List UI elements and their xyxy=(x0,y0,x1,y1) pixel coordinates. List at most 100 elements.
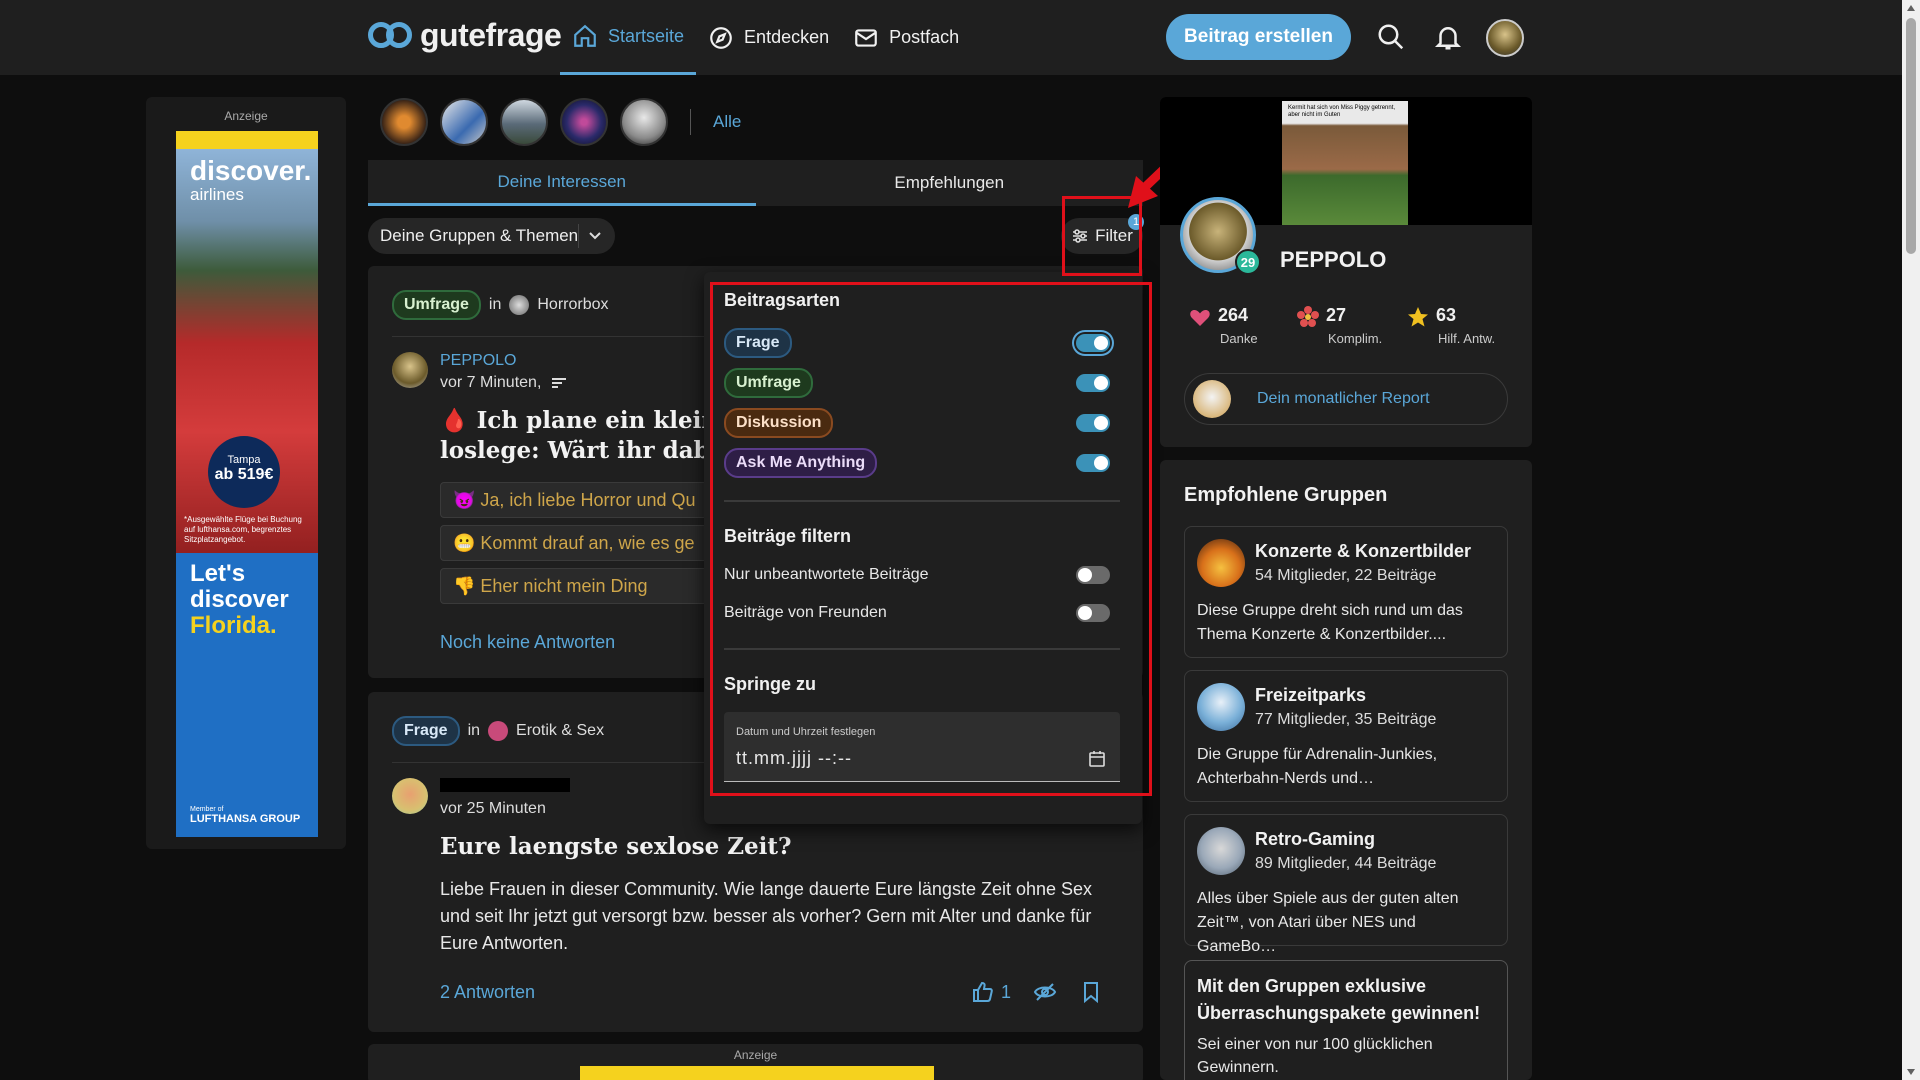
post-time-text: vor 7 Minuten, xyxy=(440,374,542,391)
home-icon xyxy=(574,24,596,47)
post-actions: 1 xyxy=(971,980,1103,1004)
ad-brand-sub: airlines xyxy=(190,185,244,204)
post-title[interactable]: Eure laengste sexlose Zeit? xyxy=(440,832,792,862)
group-meta: 54 Mitglieder, 22 Beiträge xyxy=(1255,567,1437,584)
nav-startseite[interactable]: Startseite xyxy=(560,0,697,75)
nav-startseite-label: Startseite xyxy=(608,25,685,46)
group-avatar xyxy=(509,295,530,315)
main-nav: Startseite Entdecken Postfach xyxy=(560,0,971,75)
gutefrage-logo[interactable]: gutefrage xyxy=(368,16,562,54)
ad-price-city: Tampa xyxy=(227,454,261,466)
answers-link[interactable]: 2 Antworten xyxy=(440,982,535,1003)
stat-komplimente[interactable]: 27 Komplim. xyxy=(1296,305,1382,346)
profile-name[interactable]: PEPPOLO xyxy=(1280,247,1386,273)
chevron-down-icon xyxy=(589,232,601,240)
bell-icon[interactable] xyxy=(1433,22,1463,52)
tech-chip[interactable] xyxy=(440,98,488,146)
post-group-link[interactable]: Horrorbox xyxy=(537,296,608,314)
highlight-box-dropdown xyxy=(710,282,1152,796)
inline-ad-card: Anzeige xyxy=(368,1044,1143,1080)
nav-entdecken[interactable]: Entdecken xyxy=(696,0,841,75)
promo-title: Mit den Gruppen exklusive Überraschungsp… xyxy=(1197,976,1481,1023)
group-description: Alles über Spiele aus der guten alten Ze… xyxy=(1197,890,1459,955)
music-chip[interactable] xyxy=(380,98,428,146)
post-type-badge[interactable]: Umfrage xyxy=(392,290,481,320)
profile-banner-image[interactable]: Kermit hat sich von Miss Piggy getrennt,… xyxy=(1282,101,1408,225)
scroll-up-arrow-icon[interactable] xyxy=(1907,5,1915,11)
chips-all-link[interactable]: Alle xyxy=(713,112,741,132)
answers-link[interactable]: Noch keine Antworten xyxy=(440,632,615,653)
post-type-badge[interactable]: Frage xyxy=(392,716,460,746)
ad-brand: discover. xyxy=(190,155,312,186)
search-icon[interactable] xyxy=(1376,22,1406,52)
group-card-retro-gaming[interactable]: Retro-Gaming 89 Mitglieder, 44 Beiträge … xyxy=(1184,814,1508,955)
stat-hilfreich-label: Hilf. Antw. xyxy=(1438,331,1496,346)
author-avatar[interactable] xyxy=(392,778,428,814)
report-mascot-icon xyxy=(1193,380,1231,418)
scroll-down-arrow-icon[interactable] xyxy=(1907,1069,1915,1075)
post-time: vor 25 Minuten xyxy=(440,800,546,817)
recommended-groups-card: Empfohlene Gruppen Konzerte & Konzertbil… xyxy=(1160,460,1532,1080)
post-group-link[interactable]: Erotik & Sex xyxy=(516,722,604,740)
ad-slogan-line1: Let's xyxy=(190,560,246,587)
ad-top-strip xyxy=(176,131,318,149)
ad-price-value: ab 519€ xyxy=(214,466,274,483)
stat-danke-value: 264 xyxy=(1218,305,1249,326)
ad-slogan-line3: Florida. xyxy=(190,612,277,639)
left-ad-container: Anzeige discover. airlines Tampa ab 519€… xyxy=(146,97,346,849)
ad-banner[interactable]: discover. airlines Tampa ab 519€ *Ausgew… xyxy=(176,131,318,837)
ad-price-badge: Tampa ab 519€ xyxy=(208,436,280,508)
scrollbar-thumb[interactable] xyxy=(1906,18,1916,254)
groups-topics-dropdown[interactable]: Deine Gruppen & Themen xyxy=(368,218,615,254)
page-scrollbar[interactable] xyxy=(1902,0,1920,1080)
post-meta: Umfrage in Horrorbox xyxy=(392,290,609,320)
group-description: Die Gruppe für Adrenalin-Junkies, Achter… xyxy=(1197,746,1438,787)
landscape-chip[interactable] xyxy=(500,98,548,146)
author-name[interactable]: PEPPOLO xyxy=(440,352,516,370)
compass-icon xyxy=(710,26,732,49)
post-title[interactable]: 🩸 Ich plane ein kleines loslege: Wärt ih… xyxy=(440,406,747,466)
poll-option[interactable]: 😬 Kommt drauf an, wie es ge xyxy=(440,525,740,561)
post-title-line1: 🩸 Ich plane ein kleines xyxy=(440,407,746,434)
poll-option[interactable]: 😈 Ja, ich liebe Horror und Qu xyxy=(440,482,740,518)
bookmark-icon[interactable] xyxy=(1079,980,1103,1004)
monthly-report-button[interactable]: Dein monatlicher Report xyxy=(1184,373,1508,425)
group-meta: 77 Mitglieder, 35 Beiträge xyxy=(1255,711,1437,728)
create-post-button[interactable]: Beitrag erstellen xyxy=(1166,14,1351,60)
profile-card: Kermit hat sich von Miss Piggy getrennt,… xyxy=(1160,97,1532,447)
user-avatar[interactable] xyxy=(1486,19,1524,57)
dropdown-separator xyxy=(578,224,579,248)
author-avatar[interactable] xyxy=(392,352,428,388)
monthly-report-label: Dein monatlicher Report xyxy=(1257,390,1430,407)
group-name: Freizeitparks xyxy=(1255,685,1367,705)
stat-danke[interactable]: 264 Danke xyxy=(1188,305,1258,346)
like-button[interactable]: 1 xyxy=(971,980,1011,1004)
hide-eye-icon[interactable] xyxy=(1033,980,1057,1004)
promo-body: Sei einer von nur 100 glücklichen Gewinn… xyxy=(1197,1036,1433,1076)
like-count: 1 xyxy=(1000,981,1011,1002)
nav-postfach-label: Postfach xyxy=(889,27,960,47)
post-in-text: in xyxy=(467,722,481,739)
ad-label: Anzeige xyxy=(224,109,268,123)
groups-promo-box[interactable]: Mit den Gruppen exklusive Überraschungsp… xyxy=(1184,960,1508,1080)
ad-footer: Member of LUFTHANSA GROUP xyxy=(190,806,300,825)
post-body: Liebe Frauen in dieser Community. Wie la… xyxy=(440,879,1093,953)
alien-chip[interactable] xyxy=(620,98,668,146)
space-chip[interactable] xyxy=(560,98,608,146)
tab-deine-interessen[interactable]: Deine Interessen xyxy=(368,160,756,206)
group-card-freizeitparks[interactable]: Freizeitparks 77 Mitglieder, 35 Beiträge… xyxy=(1184,670,1508,802)
ad-slogan: Let's discover Florida. xyxy=(190,561,289,639)
stat-danke-label: Danke xyxy=(1220,331,1258,346)
inline-ad-banner[interactable] xyxy=(580,1066,934,1080)
feed-tabs: Deine Interessen Empfehlungen xyxy=(368,160,1143,206)
group-card-konzerte[interactable]: Konzerte & Konzertbilder 54 Mitglieder, … xyxy=(1184,526,1508,658)
stat-hilfreiche-antworten[interactable]: 63 Hilf. Antw. xyxy=(1406,305,1495,346)
nav-postfach[interactable]: Postfach xyxy=(841,0,971,75)
mail-icon xyxy=(855,28,877,47)
logo-text: gutefrage xyxy=(420,16,562,53)
stat-komplimente-value: 27 xyxy=(1326,305,1347,326)
poll-option[interactable]: 👎 Eher nicht mein Ding xyxy=(440,568,740,604)
post-title-line2: loslege: Wärt ihr dabei? xyxy=(440,437,747,464)
top-navigation-bar: gutefrage Startseite Entdecken Postfach … xyxy=(0,0,1902,75)
logo-icon xyxy=(368,16,412,54)
